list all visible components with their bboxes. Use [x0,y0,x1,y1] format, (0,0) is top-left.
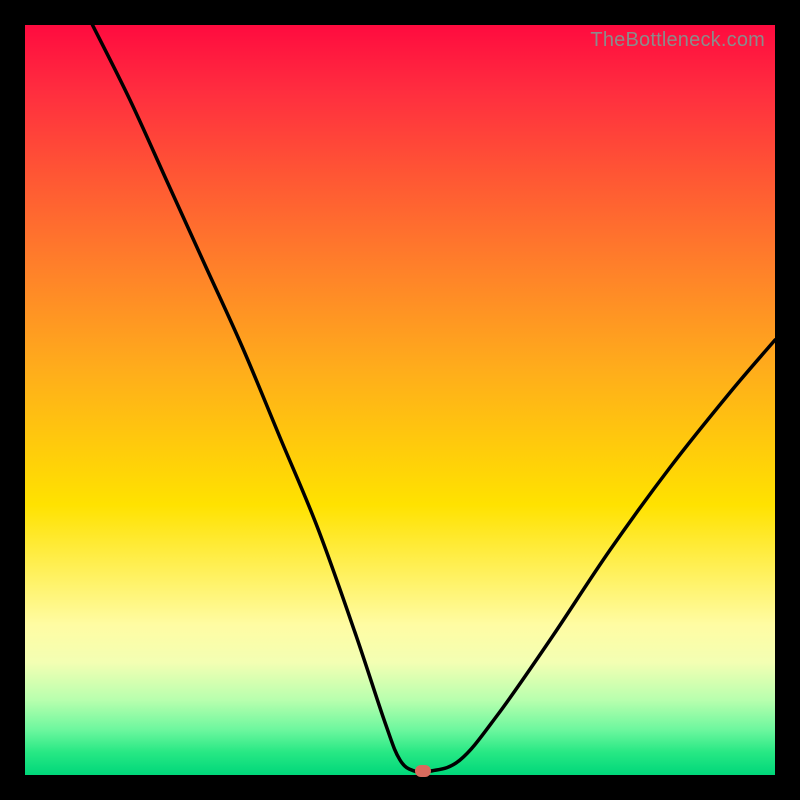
bottleneck-curve [25,25,775,775]
curve-path [93,25,776,773]
optimum-marker [415,765,431,777]
chart-frame: TheBottleneck.com [0,0,800,800]
plot-area: TheBottleneck.com [25,25,775,775]
